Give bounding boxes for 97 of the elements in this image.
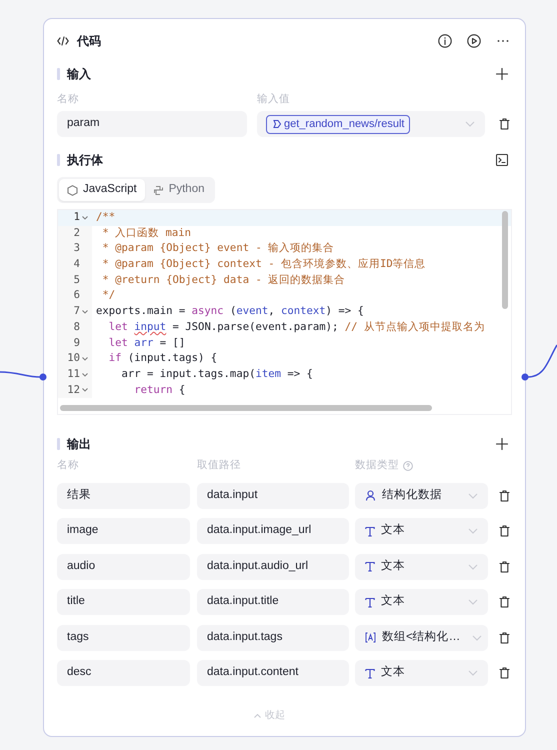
code-line: exports.main = async (event, context) => { [95, 304, 364, 320]
line-number: 11 [67, 366, 80, 382]
node-title: 代码 [77, 33, 101, 50]
port-dot[interactable] [522, 374, 528, 380]
name-field[interactable]: title [57, 589, 190, 615]
name-field[interactable]: image [57, 518, 190, 544]
column-label: 名称 [57, 92, 80, 106]
line-number: 12 [67, 382, 80, 398]
reference-tag[interactable]: get_random_news/result [266, 114, 410, 134]
code-line: */ [101, 288, 116, 304]
info-icon[interactable] [438, 34, 452, 48]
fold-icon[interactable] [82, 388, 88, 392]
line-number: 1 [74, 210, 80, 225]
code-line: if (input.tags) { [108, 351, 218, 366]
code-line: /** [95, 210, 116, 225]
connector-line [528, 344, 557, 378]
code-icon [57, 36, 69, 46]
path-field[interactable]: data.input.image_url [197, 518, 349, 544]
type-label: 文本 [381, 558, 405, 574]
value-select[interactable]: get_random_news/result [257, 111, 485, 137]
column-label: 输入值 [257, 92, 290, 106]
line-number: 2 [74, 226, 80, 241]
vertical-scrollbar[interactable] [502, 211, 508, 309]
fold-icon[interactable] [82, 372, 88, 377]
language-tab[interactable]: Python [144, 179, 212, 201]
code-line: let arr = [] [108, 336, 186, 350]
line-number: 10 [67, 351, 80, 366]
person-icon [365, 490, 376, 501]
node-icon [272, 119, 282, 129]
line-number: 6 [74, 288, 80, 304]
name-field[interactable]: tags [57, 624, 190, 650]
array-icon [365, 632, 376, 643]
code-line: * @return {Object} data - 返回的数据集合 [101, 272, 346, 288]
language-tab[interactable]: JavaScript [59, 179, 145, 201]
line-number: 4 [74, 257, 80, 272]
name-field[interactable]: audio [57, 554, 190, 580]
delete-icon[interactable] [498, 632, 510, 644]
line-number: 9 [74, 336, 80, 350]
code-line: arr = input.tags.map(item => { [120, 366, 313, 382]
line-number: 8 [74, 320, 80, 335]
code-line: return { [133, 382, 186, 398]
reference-text: get_random_news/result [284, 116, 404, 132]
type-label: 文本 [381, 522, 405, 538]
path-field[interactable]: data.input [197, 482, 349, 508]
section-title: 输出 [67, 436, 91, 453]
delete-icon[interactable] [498, 560, 510, 572]
connector-line [0, 371, 40, 378]
path-field[interactable]: data.input.audio_url [197, 554, 349, 580]
add-icon[interactable] [496, 68, 508, 80]
code-line: * 入口函数 main [101, 226, 192, 241]
name-field[interactable]: param [57, 111, 247, 137]
delete-icon[interactable] [498, 118, 510, 130]
type-select[interactable]: 文本 [355, 660, 488, 686]
play-icon[interactable] [467, 34, 481, 48]
type-label: 结构化数据 [382, 488, 442, 503]
fold-icon[interactable] [82, 357, 88, 361]
type-label: 文本 [381, 664, 405, 680]
type-select[interactable]: 文本 [355, 554, 488, 580]
line-number: 3 [74, 241, 80, 256]
type-label: 数组<结构化… [382, 630, 460, 645]
type-select[interactable]: 文本 [355, 518, 488, 544]
column-label: 名称 [57, 458, 80, 474]
line-number: 7 [74, 304, 80, 320]
name-field[interactable]: 结果 [57, 482, 190, 508]
code-line: let input = JSON.parse(event.param); // 从节点输入项中提取名为 [108, 320, 485, 335]
hexagon-icon [67, 184, 78, 196]
path-field[interactable]: data.input.content [197, 660, 349, 686]
fold-icon[interactable] [82, 216, 88, 220]
code-editor[interactable] [57, 209, 512, 415]
section-title: 输入 [67, 66, 91, 83]
text-type-icon [365, 561, 375, 572]
horizontal-scrollbar[interactable] [60, 405, 432, 411]
port-dot[interactable] [40, 374, 46, 380]
text-type-icon [365, 668, 375, 678]
column-label: 取值路径 [197, 458, 242, 474]
column-label: 数据类型 [355, 458, 399, 474]
delete-icon[interactable] [498, 596, 510, 608]
chevron-up-icon [254, 714, 261, 718]
line-number: 5 [74, 272, 80, 288]
delete-icon[interactable] [498, 525, 510, 537]
terminal-icon[interactable] [496, 154, 508, 166]
delete-icon[interactable] [498, 490, 510, 502]
code-line: * @param {Object} context - 包含环境参数、应用ID等信息 [101, 257, 426, 272]
type-label: 文本 [381, 594, 405, 610]
name-field[interactable]: desc [57, 660, 190, 686]
fold-icon[interactable] [82, 310, 88, 314]
type-select[interactable]: 文本 [355, 589, 488, 615]
code-line: * @param {Object} event - 输入项的集合 [101, 241, 334, 256]
add-icon[interactable] [496, 438, 508, 450]
path-field[interactable]: data.input.tags [197, 624, 349, 650]
delete-icon[interactable] [498, 667, 510, 679]
path-field[interactable]: data.input.title [197, 589, 349, 615]
type-select[interactable]: 结构化数据 [355, 482, 488, 508]
text-type-icon [365, 596, 375, 608]
text-type-icon [365, 526, 375, 536]
section-title: 执行体 [67, 152, 103, 169]
type-select[interactable]: 数组<结构化… [355, 624, 488, 650]
